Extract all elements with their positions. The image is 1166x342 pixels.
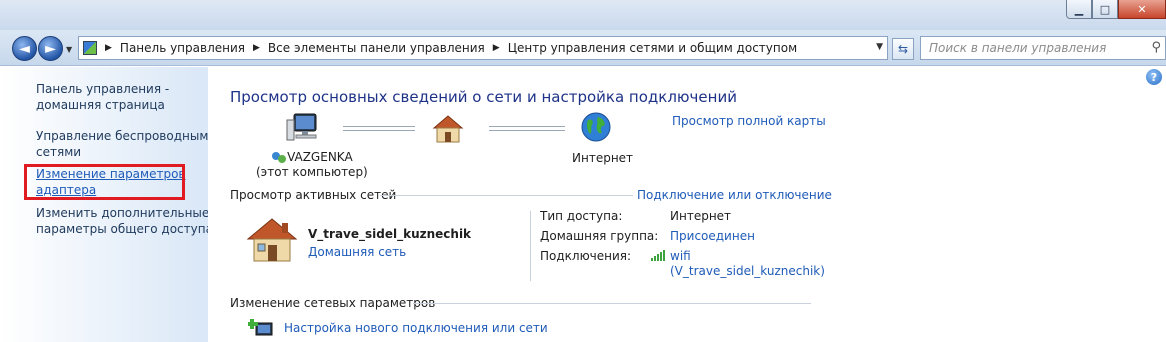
computer-subtitle: (этот компьютер) [256,165,368,179]
page-title: Просмотр основных сведений о сети и наст… [230,88,737,106]
wifi-connection-link[interactable]: wifi (V_trave_sidel_kuznechik) [670,249,825,279]
breadcrumb-all-items[interactable]: Все элементы панели управления [268,41,485,55]
sidebar-item-manage-wireless[interactable]: Управление беспроводными сетями [36,128,216,160]
sidebar: Панель управления - домашняя страница Уп… [0,67,216,342]
maximize-button[interactable]: □ [1092,0,1118,19]
new-connection-link[interactable]: Настройка нового подключения или сети [284,321,548,335]
network-link-line [489,126,565,131]
wifi-signal-icon [651,250,665,261]
address-bar[interactable]: ▶ Панель управления ▶ Все элементы панел… [78,36,888,60]
access-type-label: Тип доступа: [540,209,623,223]
refresh-icon: ⇆ [897,42,909,56]
chevron-right-icon[interactable]: ▶ [493,43,500,53]
forward-button[interactable]: ► [38,36,63,61]
sidebar-item-label: Управление беспроводными [36,129,217,143]
control-panel-icon [83,41,97,55]
title-bar: ▁ □ ✕ [0,0,1166,30]
house-icon[interactable] [432,114,464,144]
window-controls: ▁ □ ✕ [1066,0,1166,19]
connect-disconnect-link[interactable]: Подключение или отключение [637,188,832,202]
search-box[interactable]: ⚲ [920,36,1166,60]
back-button[interactable]: ◄ [12,36,37,61]
homegroup-label: Домашняя группа: [540,229,659,243]
access-type-value: Интернет [670,209,732,223]
view-full-map-link[interactable]: Просмотр полной карты [672,114,826,128]
breadcrumb-control-panel[interactable]: Панель управления [120,41,245,55]
refresh-button[interactable]: ⇆ [892,38,914,60]
connection-name: wifi [670,249,691,263]
section-divider [380,195,633,196]
main-content: ? Просмотр основных сведений о сети и на… [208,67,1166,342]
search-icon[interactable]: ⚲ [1151,40,1161,55]
globe-icon[interactable] [580,111,612,143]
recent-pages-dropdown-icon[interactable]: ▼ [66,45,72,54]
breadcrumb: ▶ Панель управления ▶ Все элементы панел… [103,41,797,55]
help-icon[interactable]: ? [1146,69,1162,85]
active-networks-header: Просмотр активных сетей [230,188,397,202]
close-button[interactable]: ✕ [1118,0,1166,19]
sidebar-item-advanced-sharing[interactable]: Изменить дополнительные параметры общего… [36,205,213,237]
computer-label: VAZGENKA (этот компьютер) [256,150,368,180]
connections-label: Подключения: [540,249,632,263]
new-connection-icon [248,319,273,336]
sidebar-item-label: сетями [36,145,82,159]
connection-detail: (V_trave_sidel_kuznechik) [670,264,825,278]
address-dropdown-icon[interactable]: ▼ [876,42,883,52]
change-settings-header: Изменение сетевых параметров [230,296,436,310]
minimize-button[interactable]: ▁ [1066,0,1092,19]
chevron-right-icon[interactable]: ▶ [253,43,260,53]
network-link-line [343,126,415,131]
network-name: V_trave_sidel_kuznechik [308,227,472,241]
sidebar-item-label: Панель управления - [36,82,170,96]
internet-label: Интернет [572,151,634,165]
search-input[interactable] [929,41,1149,55]
sidebar-item-label: домашняя страница [36,98,165,112]
sidebar-item-control-panel-home[interactable]: Панель управления - домашняя страница [36,81,169,113]
navigation-bar: ◄ ► ▼ ▶ Панель управления ▶ Все элементы… [0,30,1166,66]
section-divider [413,303,811,304]
computer-name: VAZGENKA [287,150,353,164]
homegroup-link[interactable]: Присоединен [670,229,755,243]
breadcrumb-network-center[interactable]: Центр управления сетями и общим доступом [508,41,797,55]
vertical-divider [530,211,531,281]
network-type-link[interactable]: Домашняя сеть [308,245,406,259]
sidebar-item-label: параметры общего доступа [36,222,213,236]
network-users-icon [272,151,287,163]
chevron-right-icon[interactable]: ▶ [105,43,112,53]
highlight-box [24,164,185,200]
computer-icon[interactable] [286,112,320,144]
sidebar-item-label: Изменить дополнительные [36,206,210,220]
house-icon [246,218,298,262]
